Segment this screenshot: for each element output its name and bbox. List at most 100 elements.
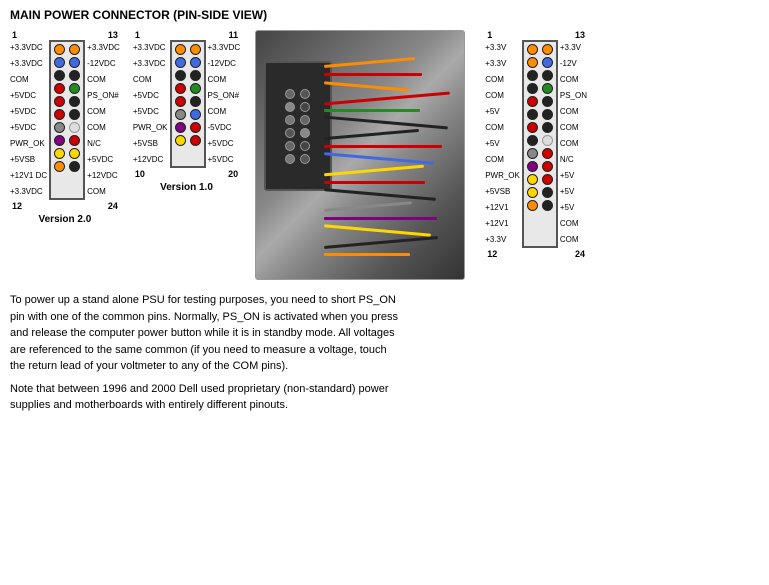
- pin-right: [69, 96, 80, 107]
- diagram-v1: 1 11 +3.3VDC+3.3VDCCOM+5VDC+5VDCPWR_OK+5…: [133, 30, 240, 193]
- right-label-row: +12VDC: [87, 168, 120, 184]
- page-title: MAIN POWER CONNECTOR (PIN-SIDE VIEW): [10, 8, 759, 22]
- pin-left: [175, 44, 186, 55]
- description-2: Note that between 1996 and 2000 Dell use…: [10, 381, 400, 414]
- right-label-row: -12VDC: [208, 56, 241, 72]
- pin-left: [527, 187, 538, 198]
- diagrams-area: 1 13 +3.3VDC+3.3VDCCOM+5VDC+5VDC+5VDCPWR…: [10, 30, 759, 280]
- v1-pins-labels: +3.3VDC+3.3VDCCOM+5VDC+5VDCPWR_OK+5VSB+1…: [133, 40, 240, 168]
- pin-right: [542, 200, 553, 211]
- pin-right: [190, 109, 201, 120]
- pin-left: [527, 122, 538, 133]
- right-label-row: -5VDC: [208, 120, 241, 136]
- right-label-row: COM: [560, 232, 587, 248]
- cable-line: [324, 181, 425, 184]
- pin-right: [190, 44, 201, 55]
- v2-pins-labels: +3.3VDC+3.3VDCCOM+5VDC+5VDC+5VDCPWR_OK+5…: [10, 40, 120, 200]
- right-label-row: PS_ON: [560, 88, 587, 104]
- pin-right: [542, 135, 553, 146]
- pin-left: [54, 109, 65, 120]
- right-label-row: COM: [87, 72, 120, 88]
- pin-left: [527, 83, 538, 94]
- pin-right: [190, 83, 201, 94]
- left-label-row: +3.3VDC: [133, 40, 168, 56]
- pin-right: [190, 70, 201, 81]
- diagram-v2: 1 13 +3.3VDC+3.3VDCCOM+5VDC+5VDC+5VDCPWR…: [10, 30, 120, 225]
- pin-left: [175, 96, 186, 107]
- right-label-row: COM: [208, 104, 241, 120]
- pin-left: [175, 135, 186, 146]
- pin-left: [54, 122, 65, 133]
- right-label-row: -12VDC: [87, 56, 120, 72]
- pin-right: [542, 109, 553, 120]
- cable-line: [324, 109, 419, 112]
- diagram-v3: 1 13 +3.3V+3.3VCOMCOM+5VCOM+5VCOMPWR_OK+…: [485, 30, 587, 259]
- pin-right: [69, 44, 80, 55]
- main-container: MAIN POWER CONNECTOR (PIN-SIDE VIEW) 1 1…: [0, 0, 769, 428]
- cable-line: [324, 116, 448, 130]
- left-label-row: +12V1: [485, 216, 520, 232]
- right-label-row: COM: [87, 104, 120, 120]
- v1-num-11: 11: [229, 30, 239, 40]
- left-label-row: +5VDC: [133, 88, 168, 104]
- left-label-row: +3.3V: [485, 232, 520, 248]
- pin-left: [54, 96, 65, 107]
- right-label-row: COM: [208, 72, 241, 88]
- v3-connector-body: [522, 40, 558, 248]
- v2-header-numbers: 1 13: [10, 30, 120, 40]
- cable-line: [324, 188, 436, 201]
- v2-num-12: 12: [12, 201, 22, 211]
- v2-version-label: Version 2.0: [39, 214, 92, 225]
- cable-line: [324, 152, 434, 165]
- photo-connector: [255, 30, 465, 280]
- right-label-row: +5VDC: [208, 136, 241, 152]
- pin-left: [527, 70, 538, 81]
- pin-left: [175, 122, 186, 133]
- cable-line: [324, 92, 449, 106]
- cable-line: [324, 81, 409, 91]
- right-label-row: COM: [560, 216, 587, 232]
- right-label-row: +3.3V: [560, 40, 587, 56]
- pin-left: [527, 200, 538, 211]
- left-label-row: PWR_OK: [10, 136, 47, 152]
- cable-line: [324, 236, 438, 249]
- left-label-row: +5V: [485, 136, 520, 152]
- photo-connector-body: [264, 61, 332, 191]
- pin-left: [54, 44, 65, 55]
- right-label-row: +5VDC: [208, 152, 241, 168]
- v3-header-numbers: 1 13: [485, 30, 587, 40]
- v3-num-13: 13: [575, 30, 585, 40]
- right-label-row: COM: [560, 120, 587, 136]
- pin-right: [69, 161, 80, 172]
- pin-right: [69, 70, 80, 81]
- right-label-row: N/C: [560, 152, 587, 168]
- pin-right: [542, 57, 553, 68]
- v3-num-24: 24: [575, 249, 585, 259]
- v2-right-labels: +3.3VDC-12VDCCOMPS_ON#COMCOMN/C+5VDC+12V…: [85, 40, 120, 200]
- left-label-row: COM: [485, 120, 520, 136]
- pin-right: [542, 96, 553, 107]
- left-label-row: PWR_OK: [133, 120, 168, 136]
- pin-left: [175, 83, 186, 94]
- pin-right: [542, 161, 553, 172]
- pin-left: [527, 109, 538, 120]
- pin-right: [542, 122, 553, 133]
- left-label-row: +5VDC: [10, 120, 47, 136]
- right-label-row: +3.3VDC: [87, 40, 120, 56]
- cable-line: [324, 217, 437, 220]
- pin-left: [54, 148, 65, 159]
- right-label-row: COM: [87, 120, 120, 136]
- cable-line: [324, 129, 419, 140]
- right-label-row: +5VDC: [87, 152, 120, 168]
- cables-visual: [324, 31, 464, 280]
- pin-right: [69, 57, 80, 68]
- right-label-row: COM: [560, 104, 587, 120]
- right-label-row: +5V: [560, 168, 587, 184]
- left-label-row: PWR_OK: [485, 168, 520, 184]
- left-label-row: COM: [10, 72, 47, 88]
- v1-num-10: 10: [135, 169, 145, 179]
- right-label-row: -12V: [560, 56, 587, 72]
- v1-header-numbers: 1 11: [133, 30, 240, 40]
- left-label-row: +5VSB: [133, 136, 168, 152]
- right-label-row: COM: [560, 136, 587, 152]
